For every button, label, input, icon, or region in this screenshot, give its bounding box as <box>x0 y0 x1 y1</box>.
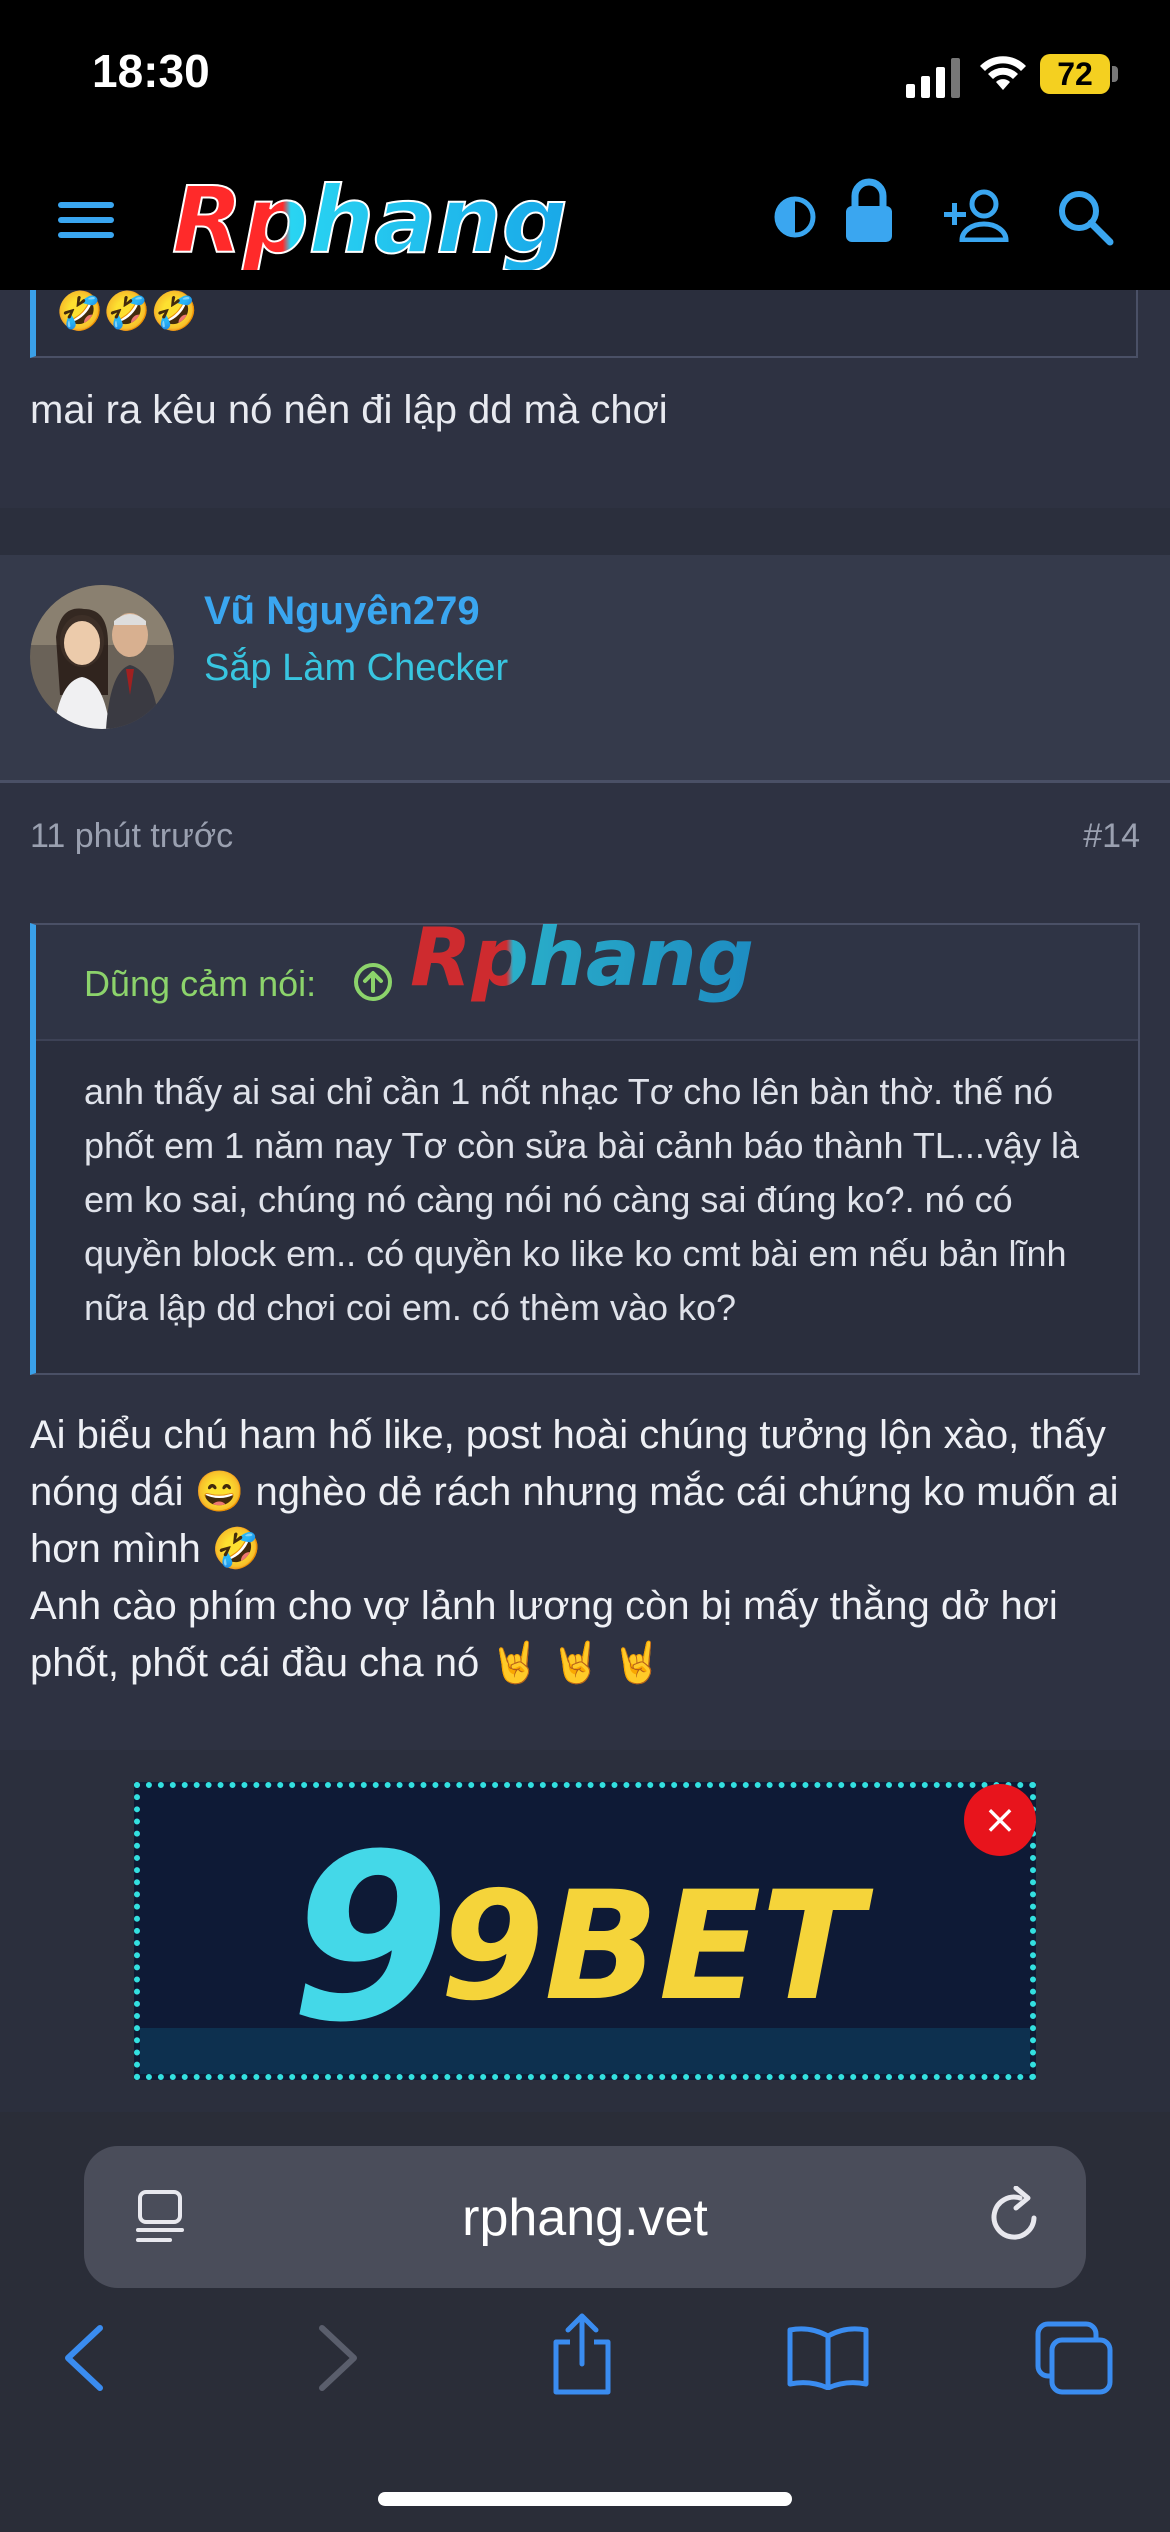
wifi-icon <box>980 56 1026 90</box>
ad-text-nine: 9 <box>290 1806 450 2073</box>
site-logo[interactable]: Rphang <box>166 170 726 270</box>
reply-line-1: Ai biểu chú ham hố like, post hoài chúng… <box>30 1413 1119 1571</box>
browser-bottom-bar: rphang.vet <box>0 2112 1170 2532</box>
previous-post: 🤣🤣🤣 mai ra kêu nó nên đi lập dd mà chơi <box>0 290 1170 508</box>
share-icon[interactable] <box>548 2312 616 2396</box>
post-user-bar: Vũ Nguyên279 Sắp Làm Checker <box>0 555 1170 783</box>
post-14: Vũ Nguyên279 Sắp Làm Checker 11 phút trư… <box>0 555 1170 1750</box>
status-time: 18:30 <box>92 45 210 97</box>
quote-emoji: 🤣🤣🤣 <box>56 291 198 333</box>
cellular-signal-icon <box>906 58 960 98</box>
lock-icon[interactable] <box>842 178 896 244</box>
ad-close-button[interactable]: × <box>964 1784 1036 1856</box>
url-text[interactable]: rphang.vet <box>84 2188 1086 2248</box>
post-message: mai ra kêu nó nên đi lập dd mà chơi <box>30 388 668 432</box>
username[interactable]: Vũ Nguyên279 <box>204 589 480 634</box>
watermark-logo: Rphang <box>410 915 754 1004</box>
avatar[interactable] <box>30 585 174 729</box>
reply-line-2: Anh cào phím cho vợ lảnh lương còn bị mấ… <box>30 1584 1058 1685</box>
ad-banner[interactable]: 9 9BET <box>134 1782 1036 2080</box>
user-title: Sắp Làm Checker <box>204 647 509 689</box>
site-header: Rphang <box>0 150 1170 290</box>
status-bar: 18:30 72 <box>0 0 1170 150</box>
add-user-icon[interactable] <box>942 188 1012 242</box>
quote-author[interactable]: Dũng cảm nói: <box>84 963 316 1005</box>
tabs-icon[interactable] <box>1034 2320 1114 2396</box>
back-icon[interactable] <box>62 2324 106 2392</box>
battery-tip <box>1112 66 1118 82</box>
post-number[interactable]: #14 <box>1083 817 1140 856</box>
battery-level: 72 <box>1040 54 1110 94</box>
logo-text: Rphang <box>172 170 568 270</box>
address-bar[interactable]: rphang.vet <box>84 2146 1086 2288</box>
quote-text: anh thấy ai sai chỉ cần 1 nốt nhạc Tơ ch… <box>84 1071 1079 1328</box>
ad-area: 9 9BET × <box>0 1750 1170 2112</box>
bookmarks-icon[interactable] <box>786 2324 870 2390</box>
forward-icon[interactable] <box>316 2324 360 2392</box>
post-message: Ai biểu chú ham hố like, post hoài chúng… <box>30 1407 1140 1692</box>
watermark-text: Rphang <box>410 915 754 1004</box>
reload-icon[interactable] <box>986 2186 1044 2246</box>
search-icon[interactable] <box>1056 188 1114 246</box>
theme-toggle-icon[interactable] <box>774 196 816 238</box>
menu-icon[interactable] <box>58 198 114 242</box>
go-to-quote-icon[interactable] <box>352 961 394 1003</box>
home-indicator[interactable] <box>378 2492 792 2506</box>
ad-text: 9BET <box>440 1860 874 2034</box>
post-timestamp[interactable]: 11 phút trước <box>30 817 233 856</box>
